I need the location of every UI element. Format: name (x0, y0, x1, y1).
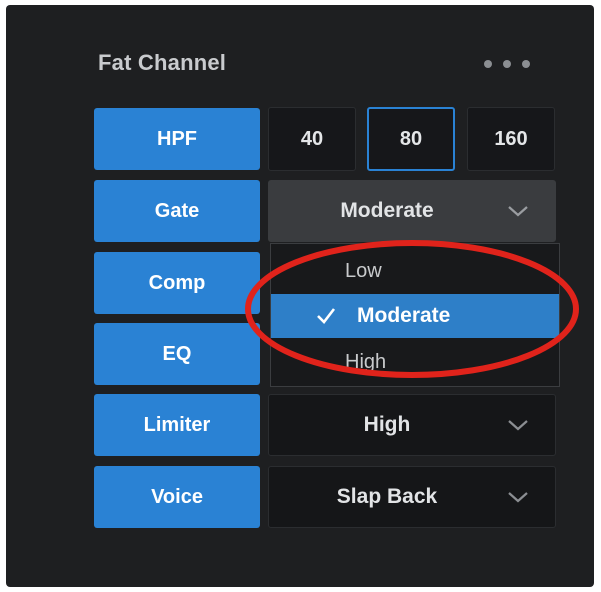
chevron-down-icon (508, 492, 528, 503)
voice-select[interactable]: Slap Back (268, 466, 556, 528)
gate-option-low[interactable]: Low (271, 249, 559, 293)
hpf-option-80[interactable]: 80 (367, 107, 455, 171)
panel-title: Fat Channel (98, 50, 227, 75)
eq-button[interactable]: EQ (94, 323, 260, 385)
hpf-button[interactable]: HPF (94, 108, 260, 170)
limiter-button[interactable]: Limiter (94, 394, 260, 456)
more-options-button[interactable] (484, 56, 530, 72)
gate-option-moderate-label: Moderate (357, 304, 451, 327)
hpf-option-40[interactable]: 40 (268, 107, 356, 171)
limiter-select[interactable]: High (268, 394, 556, 456)
gate-select-value: Moderate (340, 199, 434, 222)
comp-button[interactable]: Comp (94, 252, 260, 314)
more-dots-icon (484, 60, 492, 68)
checkmark-icon (317, 308, 336, 324)
more-dot (503, 60, 511, 68)
voice-button[interactable]: Voice (94, 466, 260, 528)
gate-option-high[interactable]: High (271, 340, 559, 384)
chevron-down-icon (508, 420, 528, 431)
gate-dropdown-menu: Low Moderate High (270, 243, 560, 387)
gate-option-moderate[interactable]: Moderate (271, 294, 559, 338)
chevron-down-icon (508, 206, 528, 217)
more-dot (522, 60, 530, 68)
limiter-select-value: High (363, 413, 411, 436)
voice-select-value: Slap Back (336, 485, 438, 508)
gate-select[interactable]: Moderate (268, 180, 556, 242)
gate-button[interactable]: Gate (94, 180, 260, 242)
hpf-option-160[interactable]: 160 (467, 107, 555, 171)
